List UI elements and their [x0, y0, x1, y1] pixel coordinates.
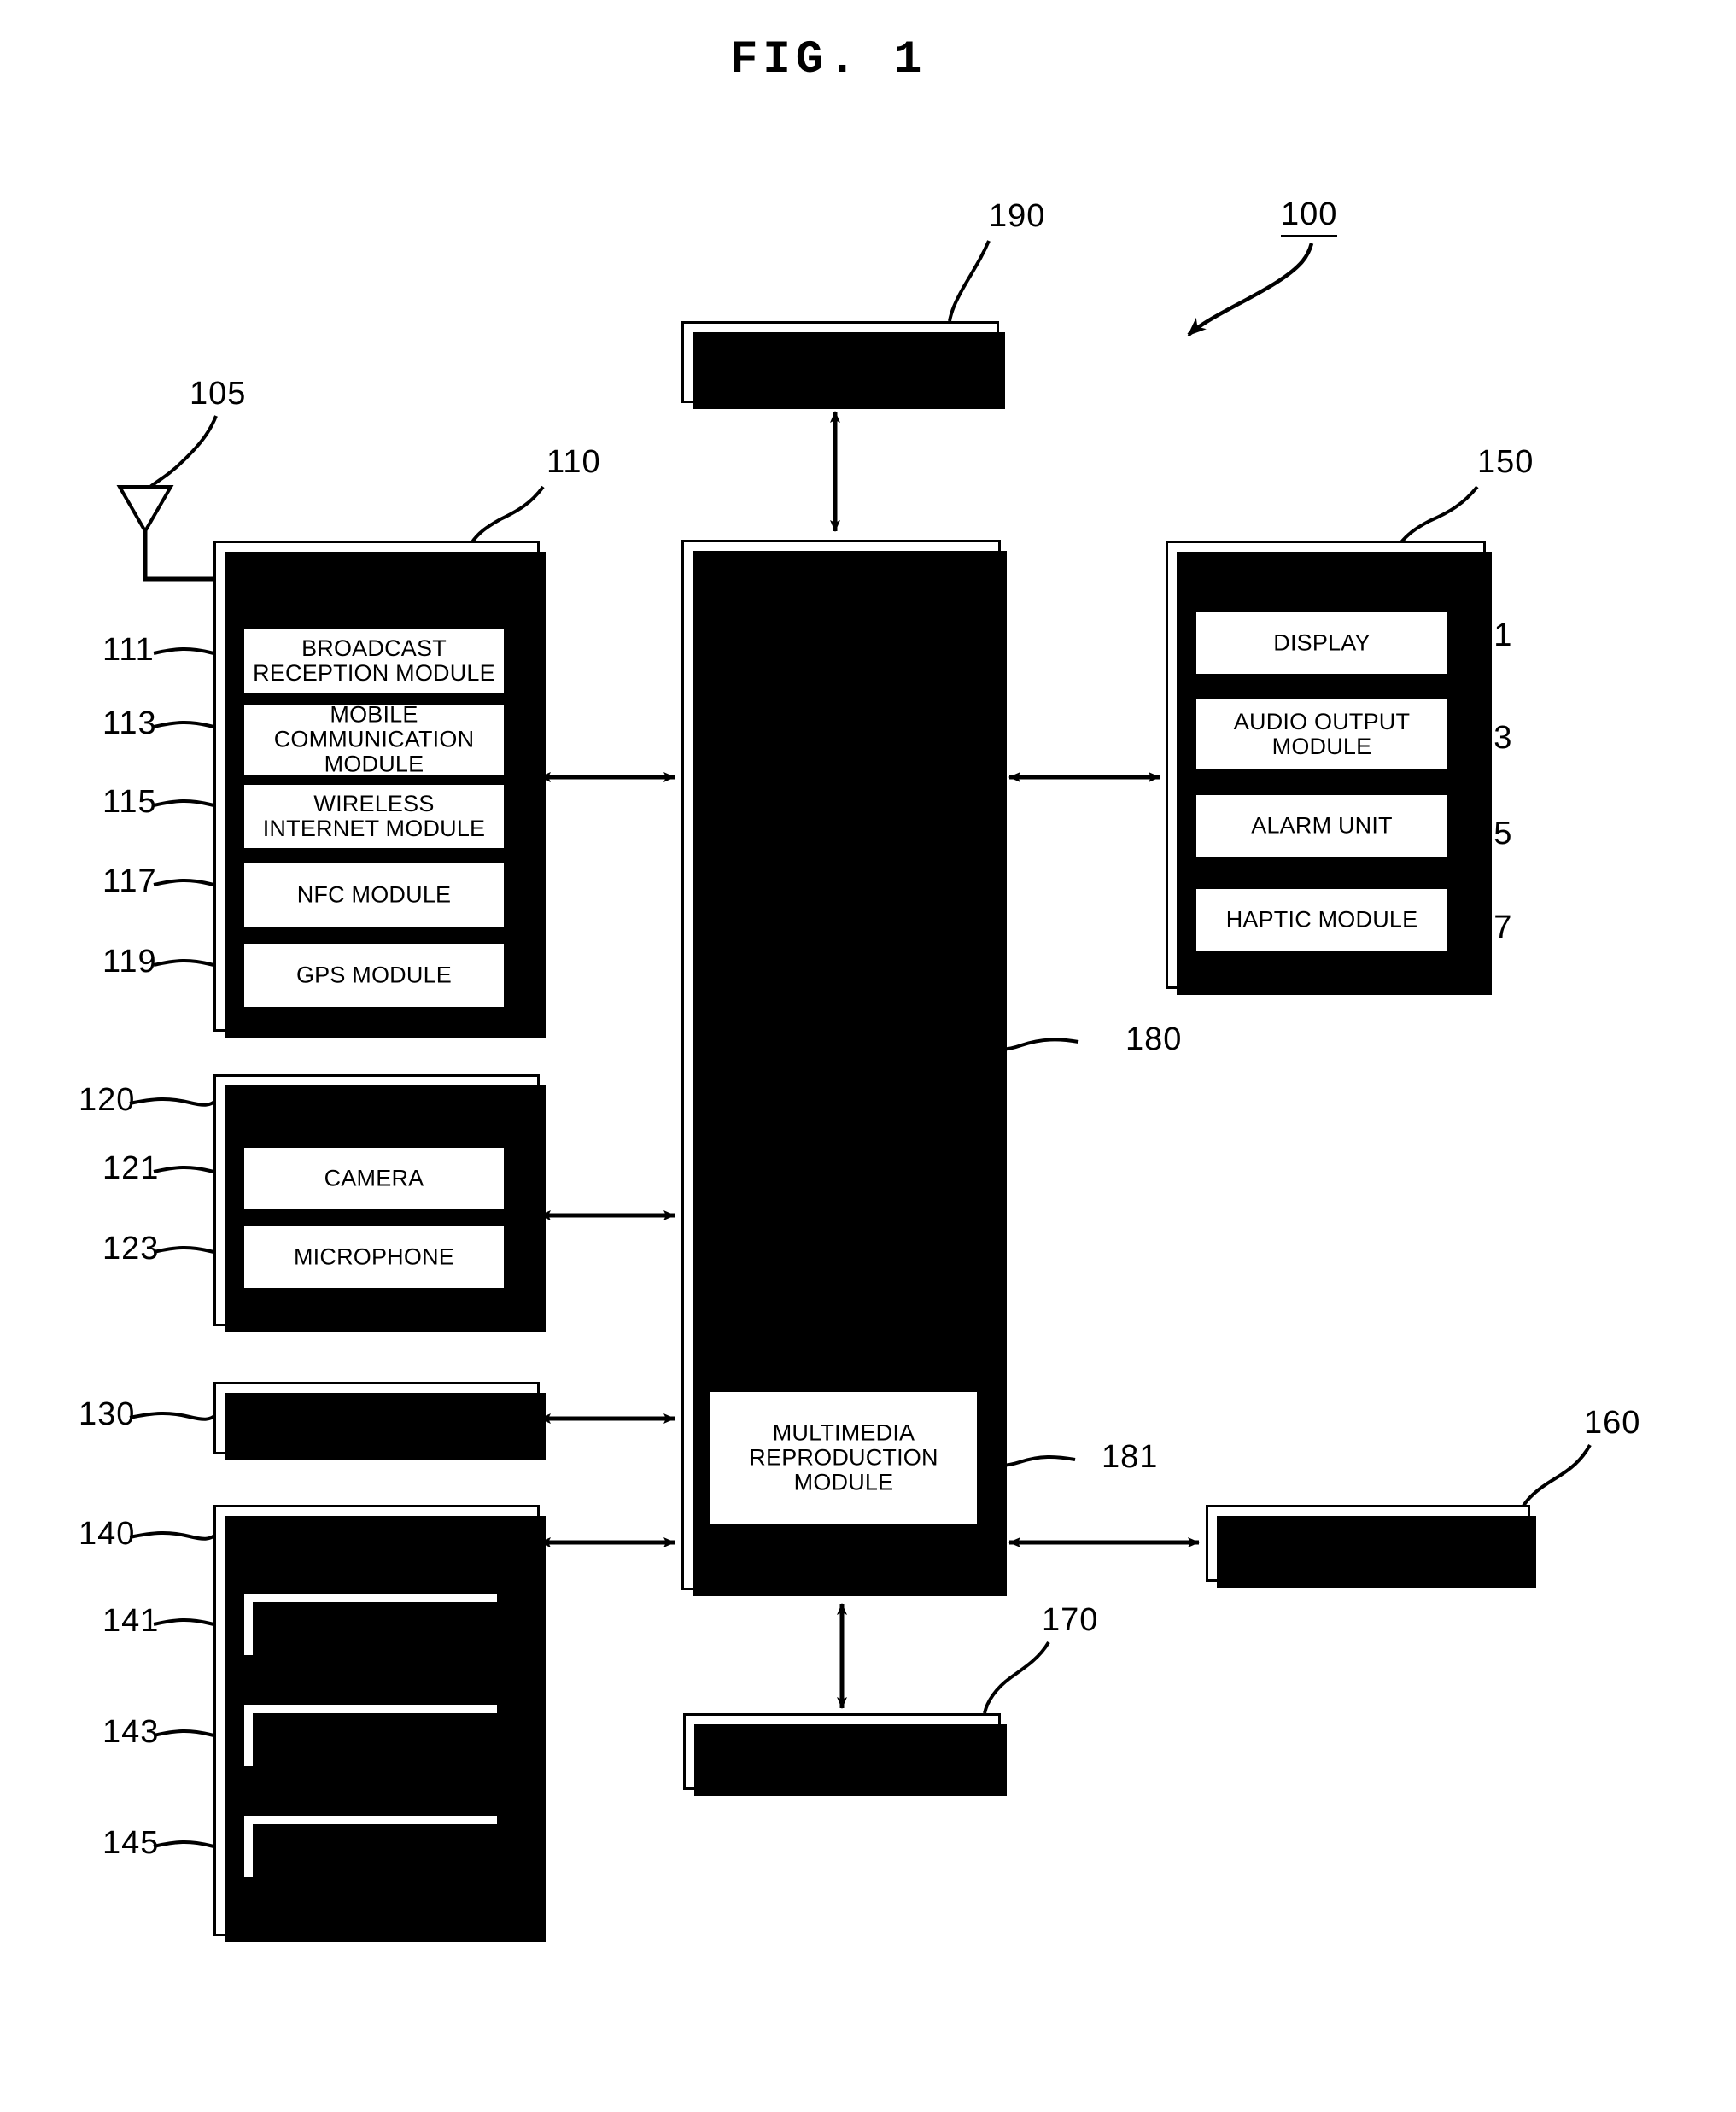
leader-190	[948, 240, 991, 322]
block-memory[interactable]: MEMORY	[1206, 1505, 1536, 1588]
proximity-sensor-label: PROXIMITY SENSOR	[254, 1611, 488, 1637]
output-unit-label: OUTPUT UNIT	[1247, 561, 1405, 587]
nfc-module-label: NFC MODULE	[296, 881, 452, 908]
ref-115-wireless-internet-module: 115	[102, 784, 157, 820]
block-microphone[interactable]: MICROPHONE	[242, 1224, 506, 1290]
ref-113-mobile-communication-module: 113	[102, 705, 157, 741]
leader-170	[983, 1641, 1050, 1714]
block-haptic-module[interactable]: HAPTIC MODULE	[1194, 886, 1450, 953]
ref-130-user-input-unit: 130	[79, 1396, 136, 1432]
ref-170-interface: 170	[1042, 1602, 1099, 1638]
ref-120-av-input-unit: 120	[79, 1082, 136, 1118]
sensing-unit-label: SENSING UNIT	[293, 1527, 460, 1553]
user-input-unit-label: USER INPUT UNIT	[275, 1404, 478, 1430]
figure-title: FIG. 1	[730, 34, 927, 86]
block-display[interactable]: DISPLAY	[1194, 610, 1450, 676]
block-wireless-communication-unit[interactable]: WIRELESS COMMUNICATION UNIT BROADCAST RE…	[213, 541, 546, 1038]
block-multimedia-reproduction-module[interactable]: MULTIMEDIA REPRODUCTION MODULE	[708, 1389, 979, 1526]
mobile-communication-module-label: MOBILE COMMUNICATION MODULE	[273, 701, 475, 777]
block-av-input-unit[interactable]: A/V INPUT UNIT CAMERA MICROPHONE	[213, 1074, 546, 1332]
patent-figure-page: FIG. 1 100 190 105 110 150 111 113 115 1…	[0, 0, 1736, 2112]
block-broadcast-reception-module[interactable]: BROADCAST RECEPTION MODULE	[242, 627, 506, 695]
gps-module-label: GPS MODULE	[295, 962, 453, 988]
ref-150-output-unit: 150	[1477, 444, 1534, 480]
block-output-unit[interactable]: OUTPUT UNIT DISPLAY AUDIO OUTPUT MODULE …	[1166, 541, 1492, 995]
microphone-label: MICROPHONE	[293, 1243, 454, 1270]
display-label: DISPLAY	[1273, 629, 1371, 656]
power-supply-label: POWER SUPPLY	[747, 348, 933, 375]
ref-111-broadcast-reception-module: 111	[102, 632, 155, 668]
leader-150	[1399, 485, 1479, 545]
ref-110-wireless-communication-unit: 110	[547, 444, 601, 480]
multimedia-reproduction-module-label: MULTIMEDIA REPRODUCTION MODULE	[749, 1419, 938, 1495]
block-gps-module[interactable]: GPS MODULE	[242, 941, 506, 1009]
interface-label: INTERFACE	[776, 1738, 908, 1764]
av-input-unit-label: A/V INPUT UNIT	[289, 1091, 465, 1117]
leader-120	[129, 1097, 217, 1107]
wireless-communication-unit-label: WIRELESS COMMUNICATION UNIT	[276, 553, 477, 629]
ref-117-nfc-module: 117	[102, 863, 157, 899]
ref-123-microphone: 123	[102, 1231, 160, 1267]
ref-181-multimedia-reproduction-module: 181	[1102, 1439, 1159, 1475]
antenna-symbol	[116, 485, 213, 582]
block-wireless-internet-module[interactable]: WIRELESS INTERNET MODULE	[242, 782, 506, 851]
audio-output-module-label: AUDIO OUTPUT MODULE	[1233, 708, 1411, 759]
ref-100-system: 100	[1281, 196, 1338, 237]
ref-105-antenna: 105	[190, 376, 247, 412]
broadcast-reception-module-label: BROADCAST RECEPTION MODULE	[253, 635, 495, 686]
ref-160-memory: 160	[1584, 1405, 1641, 1441]
block-motion-sensor[interactable]: MOTION SENSOR	[242, 1813, 506, 1886]
motion-sensor-label: MOTION SENSOR	[271, 1833, 471, 1859]
block-power-supply[interactable]: POWER SUPPLY	[681, 321, 1005, 409]
ref-180-controller: 180	[1125, 1021, 1183, 1057]
leader-100-arrow	[1187, 243, 1314, 336]
block-controller[interactable]: CONTROLLER MULTIMEDIA REPRODUCTION MODUL…	[681, 540, 1007, 1596]
input-sensor-label: INPUT SENSOR	[283, 1722, 459, 1748]
ref-141-proximity-sensor: 141	[102, 1603, 160, 1639]
leader-110	[470, 485, 545, 545]
camera-label: CAMERA	[324, 1165, 424, 1191]
block-audio-output-module[interactable]: AUDIO OUTPUT MODULE	[1194, 697, 1450, 772]
block-nfc-module[interactable]: NFC MODULE	[242, 861, 506, 929]
ref-143-input-sensor: 143	[102, 1714, 160, 1750]
ref-140-sensing-unit: 140	[79, 1516, 136, 1552]
block-user-input-unit[interactable]: USER INPUT UNIT	[213, 1382, 546, 1460]
haptic-module-label: HAPTIC MODULE	[1225, 906, 1418, 933]
memory-label: MEMORY	[1315, 1530, 1421, 1556]
ref-121-camera: 121	[102, 1150, 160, 1186]
block-interface[interactable]: INTERFACE	[683, 1713, 1007, 1796]
ref-119-gps-module: 119	[102, 944, 157, 980]
leader-160	[1520, 1444, 1592, 1510]
wireless-internet-module-label: WIRELESS INTERNET MODULE	[262, 790, 486, 841]
block-sensing-unit[interactable]: SENSING UNIT PROXIMITY SENSOR INPUT SENS…	[213, 1505, 546, 1942]
block-input-sensor[interactable]: INPUT SENSOR	[242, 1702, 506, 1775]
block-camera[interactable]: CAMERA	[242, 1145, 506, 1212]
leader-140	[129, 1530, 217, 1541]
block-mobile-communication-module[interactable]: MOBILE COMMUNICATION MODULE	[242, 702, 506, 777]
block-proximity-sensor[interactable]: PROXIMITY SENSOR	[242, 1591, 506, 1664]
leader-105	[149, 415, 218, 489]
ref-145-motion-sensor: 145	[102, 1825, 160, 1861]
ref-190-power-supply: 190	[989, 198, 1046, 234]
block-alarm-unit[interactable]: ALARM UNIT	[1194, 793, 1450, 859]
alarm-unit-label: ALARM UNIT	[1251, 812, 1393, 839]
leader-130	[129, 1411, 217, 1421]
